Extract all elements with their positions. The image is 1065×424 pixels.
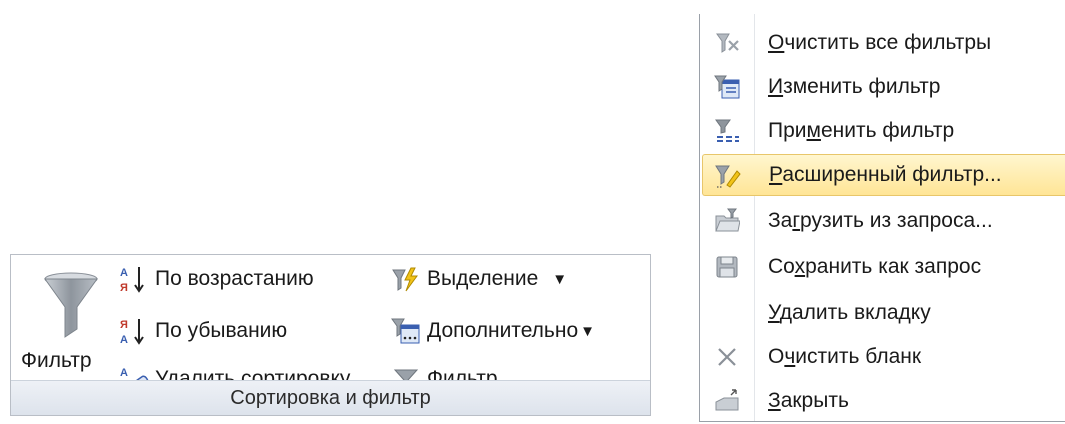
advanced-label: Дополнительно xyxy=(427,319,579,342)
group-label: Сортировка и фильтр xyxy=(11,380,650,415)
edit-filter-icon xyxy=(712,72,742,102)
svg-text:Я: Я xyxy=(120,282,128,294)
menu-item-close[interactable]: Закрыть xyxy=(702,380,1065,422)
close-icon xyxy=(712,386,742,416)
menu-item-load-from-query[interactable]: Загрузить из запроса... xyxy=(702,200,1065,242)
advanced-dropdown-arrow[interactable]: ▼ xyxy=(580,323,595,340)
sort-descending-button[interactable]: Я А По убыванию xyxy=(119,311,287,351)
svg-text:А: А xyxy=(120,334,128,346)
apply-filter-icon xyxy=(712,116,742,146)
selection-filter-icon xyxy=(391,264,421,294)
menu-item-label: Расширенный фильтр... xyxy=(769,163,1002,186)
selection-button[interactable]: Выделение ▼ xyxy=(391,259,567,299)
menu-item-clear-all-filters[interactable]: Очистить все фильтры xyxy=(702,22,1065,64)
menu-item-advanced-filter[interactable]: Расширенный фильтр... xyxy=(702,154,1065,196)
selection-label: Выделение xyxy=(427,267,539,290)
funnel-icon xyxy=(43,267,99,348)
advanced-button[interactable]: Дополнительно ▼ xyxy=(391,311,595,351)
menu-item-apply-filter[interactable]: Применить фильтр xyxy=(702,110,1065,152)
menu-item-delete-tab[interactable]: Удалить вкладку xyxy=(702,292,1065,334)
sort-descending-icon: Я А xyxy=(119,316,149,346)
menu-item-label: Очистить бланк xyxy=(768,345,922,368)
filter-big-label: Фильтр xyxy=(21,349,92,372)
save-as-query-icon xyxy=(712,252,742,282)
load-from-query-icon xyxy=(712,206,742,236)
menu-item-save-as-query[interactable]: Сохранить как запрос xyxy=(702,246,1065,288)
filter-big-button[interactable]: Фильтр xyxy=(13,263,119,373)
menu-item-edit-filter[interactable]: Изменить фильтр xyxy=(702,66,1065,108)
menu-item-label: Применить фильтр xyxy=(768,119,955,142)
sort-ascending-icon: А Я xyxy=(119,264,149,294)
svg-text:А: А xyxy=(120,367,128,379)
advanced-filter-menu: Очистить все фильтры Изменить фильтр При… xyxy=(699,14,1065,422)
menu-item-label: Удалить вкладку xyxy=(768,301,931,324)
clear-all-filters-icon xyxy=(712,28,742,58)
menu-item-label: Закрыть xyxy=(768,389,849,412)
menu-item-label: Очистить все фильтры xyxy=(768,31,992,54)
menu-item-clear-grid[interactable]: Очистить бланк xyxy=(702,336,1065,378)
advanced-filter-icon xyxy=(713,161,743,191)
svg-text:А: А xyxy=(120,267,128,279)
svg-text:Я: Я xyxy=(120,319,128,331)
sort-filter-ribbon-group: Фильтр А Я По возрастанию Я А По убывани… xyxy=(10,254,651,416)
sort-ascending-button[interactable]: А Я По возрастанию xyxy=(119,259,314,299)
selection-dropdown-arrow[interactable]: ▼ xyxy=(552,271,567,288)
sort-ascending-label: По возрастанию xyxy=(155,267,314,290)
sort-descending-label: По убыванию xyxy=(155,319,288,342)
menu-item-label: Изменить фильтр xyxy=(768,75,941,98)
advanced-filter-options-icon xyxy=(391,316,421,346)
menu-item-label: Сохранить как запрос xyxy=(768,255,982,278)
clear-grid-icon xyxy=(712,342,742,372)
menu-item-label: Загрузить из запроса... xyxy=(768,209,993,232)
